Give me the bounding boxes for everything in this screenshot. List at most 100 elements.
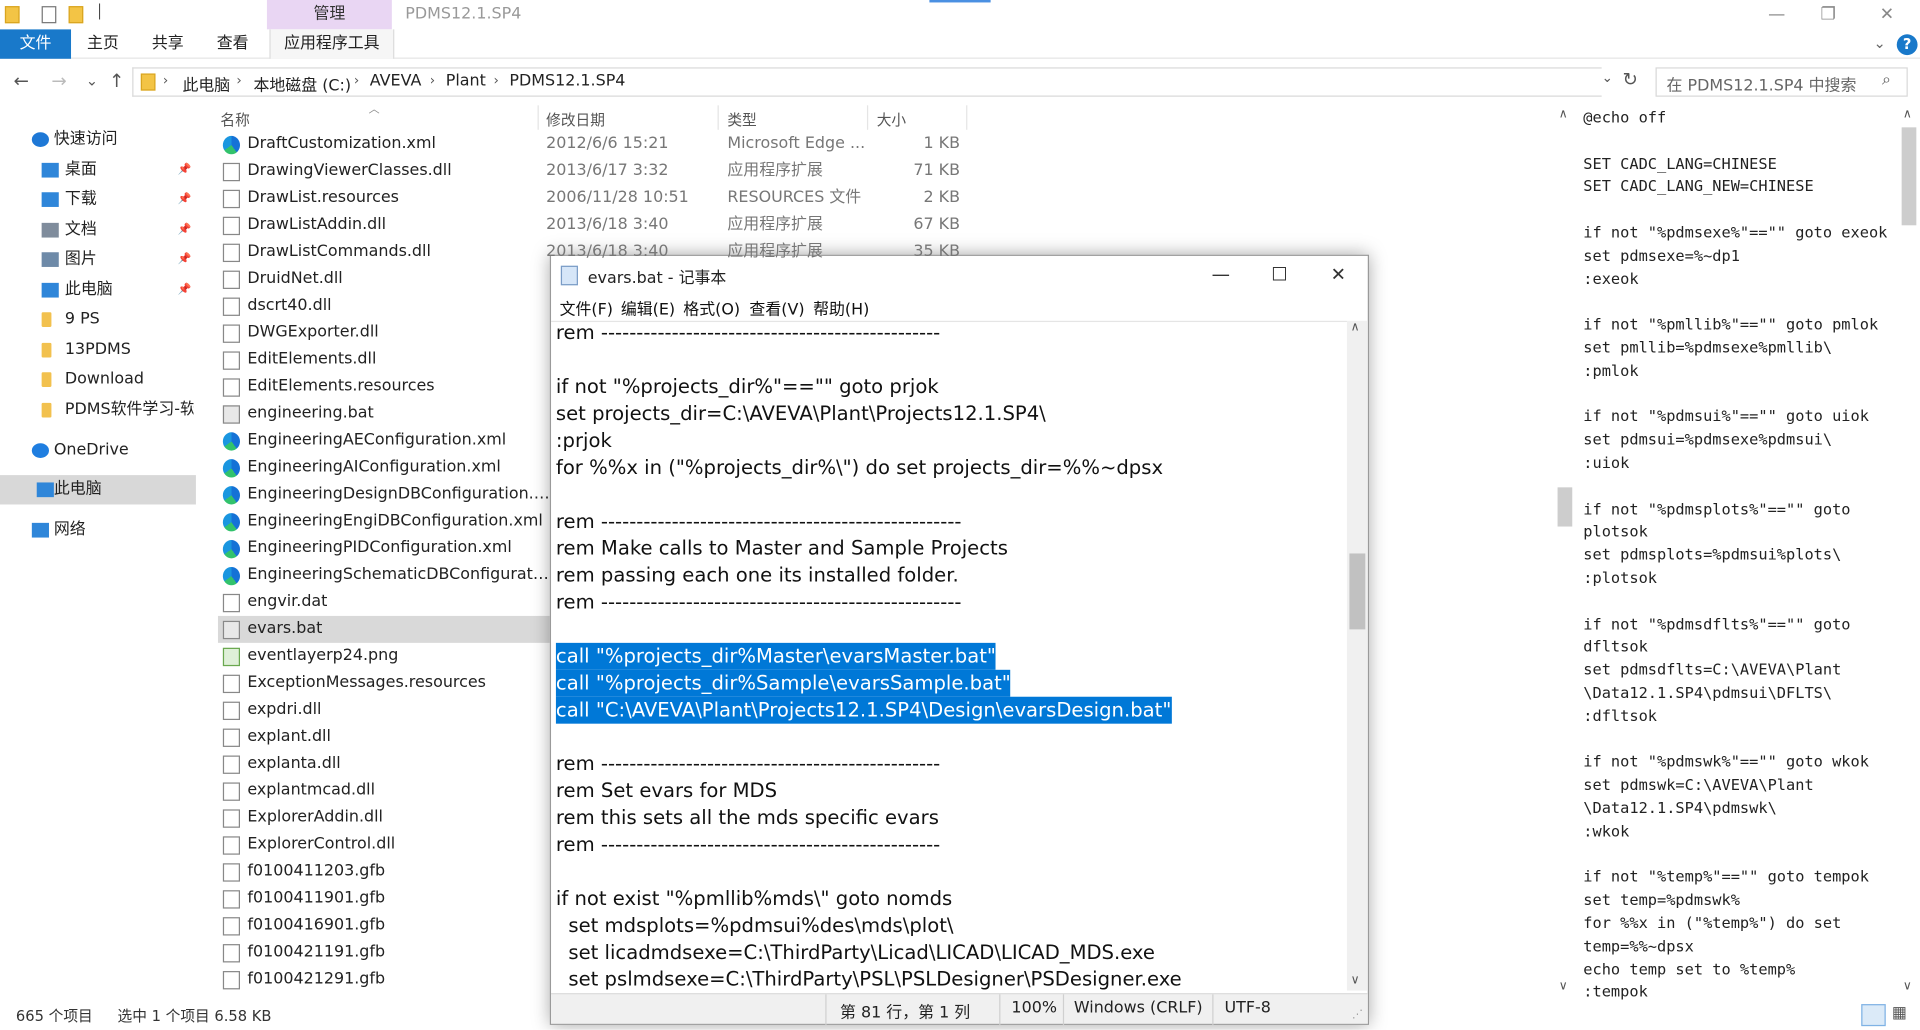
notepad-maximize-button[interactable]: ☐ [1250, 256, 1309, 294]
text-line[interactable]: :prjok [556, 427, 612, 454]
search-icon[interactable]: ⌕ [1882, 71, 1891, 89]
pin-icon[interactable]: 📌 [178, 276, 192, 305]
text-line[interactable]: rem ------------------------------------… [556, 831, 940, 858]
breadcrumb-plant[interactable]: Plant [446, 72, 486, 90]
file-row[interactable]: DrawListAddin.dll [218, 212, 551, 239]
properties-icon[interactable] [41, 6, 57, 24]
breadcrumb-aveva[interactable]: AVEVA [370, 72, 422, 90]
file-row[interactable]: EngineeringEngiDBConfiguration.xml [218, 508, 551, 535]
pin-icon[interactable]: 📌 [178, 156, 192, 185]
selected-text-line[interactable]: call "C:\AVEVA\Plant\Projects12.1.SP4\De… [555, 696, 1172, 724]
file-row[interactable]: evars.bat [217, 615, 552, 643]
column-type[interactable]: 类型 [727, 109, 756, 130]
help-icon[interactable]: ? [1896, 34, 1918, 56]
pin-icon[interactable]: 📌 [178, 185, 192, 214]
file-row[interactable]: EngineeringPIDConfiguration.xml [218, 535, 551, 562]
sidebar-item[interactable]: 桌面 📌 [0, 156, 196, 185]
text-line[interactable]: set projects_dir=C:\AVEVA\Plant\Projects… [556, 400, 1046, 427]
details-view-icon[interactable] [1861, 1004, 1886, 1027]
tab-home[interactable]: 主页 [87, 29, 119, 58]
text-line[interactable]: if not "%projects_dir%"=="" goto prjok [556, 373, 939, 400]
file-row[interactable]: DWGExporter.dll [218, 320, 551, 347]
text-line[interactable]: rem ------------------------------------… [556, 508, 962, 535]
text-line[interactable]: set licadmdsexe=C:\ThirdParty\Licad\LICA… [556, 939, 1155, 966]
scroll-down-icon[interactable]: ∨ [1559, 980, 1568, 993]
menu-format[interactable]: 格式(O) [683, 296, 740, 319]
ribbon-expand-icon[interactable]: ⌄ [1873, 34, 1885, 51]
menu-file[interactable]: 文件(F) [560, 296, 613, 319]
folder-icon[interactable] [4, 6, 20, 24]
tab-app-tools[interactable]: 应用程序工具 [269, 29, 395, 59]
notepad-window[interactable]: evars.bat - 记事本 — ☐ ✕ 文件(F) 编辑(E) 格式(O) … [549, 254, 1369, 1025]
column-name[interactable]: 名称 [220, 109, 249, 130]
breadcrumb-this-pc[interactable]: 此电脑 [182, 72, 230, 95]
file-row[interactable]: ExplorerControl.dll [218, 831, 551, 858]
sidebar-item[interactable]: 文档 📌 [0, 216, 196, 245]
selected-text-line[interactable]: call "%projects_dir%Master\evarsMaster.b… [555, 642, 996, 670]
notepad-text-area[interactable]: rem ------------------------------------… [551, 320, 1347, 991]
text-line[interactable]: set pslmdsexe=C:\ThirdParty\PSL\PSLDesig… [556, 966, 1181, 990]
preview-scrollbar-right[interactable]: ∧ ∨ [1899, 105, 1920, 999]
text-line[interactable]: rem passing each one its installed folde… [556, 562, 959, 589]
text-line[interactable]: rem this sets all the mds specific evars [556, 804, 939, 831]
file-row[interactable]: ExceptionMessages.resources [218, 670, 551, 697]
file-row[interactable]: DrawListCommands.dll [218, 239, 551, 266]
scroll-down-icon[interactable]: ∨ [1351, 973, 1360, 986]
file-row[interactable]: DruidNet.dll [218, 266, 551, 293]
tab-file[interactable]: 文件 [0, 29, 72, 59]
menu-help[interactable]: 帮助(H) [813, 296, 869, 319]
file-row[interactable]: dscrt40.dll [218, 293, 551, 320]
notepad-scrollbar[interactable]: ∧ ∨ [1346, 320, 1368, 991]
text-line[interactable]: rem Make calls to Master and Sample Proj… [556, 535, 1008, 562]
restore-button[interactable]: ❐ [1800, 0, 1856, 29]
text-line[interactable]: if not exist "%pmllib%mds\" goto nomds [556, 885, 952, 912]
breadcrumb-pdms[interactable]: PDMS12.1.SP4 [509, 72, 625, 90]
resize-grip-icon[interactable]: ⋰ [1352, 1009, 1363, 1021]
scroll-up-icon[interactable]: ∧ [1351, 321, 1360, 334]
address-dropdown-icon[interactable]: ⌄ [1602, 70, 1613, 86]
column-size[interactable]: 大小 [877, 109, 906, 130]
pin-icon[interactable]: 📌 [178, 216, 192, 245]
pin-icon[interactable]: 📌 [178, 245, 192, 274]
file-row[interactable]: eventlayerp24.png [218, 643, 551, 670]
file-row[interactable]: f0100416901.gfb [218, 912, 551, 939]
sidebar-item[interactable]: PDMS软件学习-软件 [0, 396, 196, 425]
file-row[interactable]: f0100411901.gfb [218, 885, 551, 912]
file-row[interactable]: ExplorerAddin.dll [218, 804, 551, 831]
file-row[interactable]: EngineeringDesignDBConfiguration.x... [218, 481, 551, 508]
notepad-close-button[interactable]: ✕ [1309, 256, 1368, 294]
column-date[interactable]: 修改日期 [546, 109, 605, 130]
quick-access-dropdown-icon[interactable]: │ [96, 4, 104, 20]
sidebar-item[interactable]: 下载 📌 [0, 185, 196, 214]
context-tab-manage[interactable]: 管理 [266, 0, 392, 30]
text-line[interactable]: rem ------------------------------------… [556, 322, 940, 346]
file-row[interactable]: EngineeringAIConfiguration.xml [218, 454, 551, 481]
file-row[interactable]: expdri.dll [218, 697, 551, 724]
large-icons-view-icon[interactable]: ▦ [1892, 1004, 1914, 1026]
menu-edit[interactable]: 编辑(E) [621, 296, 675, 319]
sidebar-item[interactable]: 图片 📌 [0, 245, 196, 274]
file-row[interactable]: DrawingViewerClasses.dll [218, 158, 551, 185]
address-bar[interactable]: › 此电脑 › 本地磁盘 (C:) › AVEVA › Plant › PDMS… [132, 67, 1602, 97]
menu-view[interactable]: 查看(V) [749, 296, 804, 319]
scrollbar-thumb[interactable] [1901, 127, 1917, 226]
close-button[interactable]: ✕ [1859, 0, 1915, 29]
sidebar-item[interactable]: 此电脑 [0, 475, 196, 505]
file-row[interactable]: EditElements.resources [218, 373, 551, 400]
scrollbar-thumb[interactable] [1349, 553, 1366, 630]
forward-icon[interactable]: → [51, 70, 66, 92]
text-line[interactable]: for %%x in ("%projects_dir%\") do set pr… [556, 454, 1163, 481]
selected-text-line[interactable]: call "%projects_dir%Sample\evarsSample.b… [555, 669, 1011, 697]
sidebar-item[interactable]: 9 PS [0, 305, 196, 334]
back-icon[interactable]: ← [13, 70, 28, 92]
file-row[interactable]: explant.dll [218, 724, 551, 751]
sidebar-item[interactable]: OneDrive [0, 436, 196, 465]
breadcrumb-local-disk[interactable]: 本地磁盘 (C:) [253, 72, 351, 95]
file-row[interactable]: explanta.dll [218, 751, 551, 778]
sidebar-item[interactable]: 网络 [0, 516, 196, 545]
file-row[interactable]: f0100411203.gfb [218, 858, 551, 885]
minimize-button[interactable]: — [1749, 0, 1805, 29]
notepad-minimize-button[interactable]: — [1191, 256, 1250, 294]
tab-view[interactable]: 查看 [217, 29, 249, 58]
text-line[interactable]: set mdsplots=%pdmsui%des\mds\plot\ [556, 912, 953, 939]
